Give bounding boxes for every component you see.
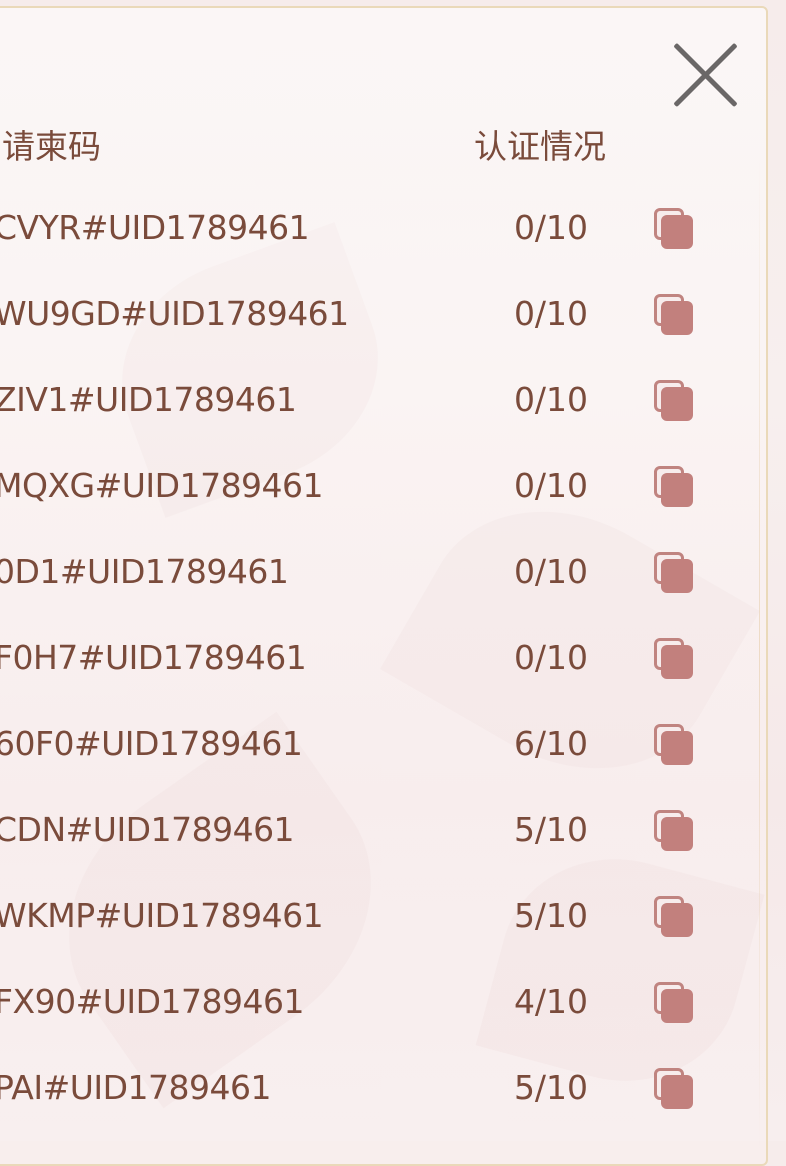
verification-count: 0/10 — [513, 294, 589, 333]
table-row: 60F0#UID1789461 6/10 — [0, 702, 786, 788]
copy-icon[interactable] — [652, 292, 698, 338]
copy-icon[interactable] — [652, 378, 698, 424]
invitation-code: F0H7#UID1789461 — [0, 638, 307, 677]
invitation-code: WU9GD#UID1789461 — [0, 294, 349, 333]
header-code-label: 请柬码 — [2, 127, 101, 166]
table-row: F0H7#UID1789461 0/10 — [0, 616, 786, 702]
verification-count: 5/10 — [513, 1068, 589, 1107]
copy-icon[interactable] — [652, 206, 698, 252]
invitation-code: MQXG#UID1789461 — [0, 466, 324, 505]
verification-count: 0/10 — [513, 380, 589, 419]
invitation-code-list: CVYR#UID1789461 0/10 WU9GD#UID1789461 0/… — [0, 186, 786, 1132]
table-row: WKMP#UID1789461 5/10 — [0, 874, 786, 960]
copy-icon[interactable] — [652, 464, 698, 510]
table-row: PAI#UID1789461 5/10 — [0, 1046, 786, 1132]
table-row: CDN#UID1789461 5/10 — [0, 788, 786, 874]
table-row: CVYR#UID1789461 0/10 — [0, 186, 786, 272]
verification-count: 4/10 — [513, 982, 589, 1021]
invitation-code: CDN#UID1789461 — [0, 810, 295, 849]
table-row: FX90#UID1789461 4/10 — [0, 960, 786, 1046]
verification-count: 0/10 — [513, 638, 589, 677]
table-header: 请柬码 认证情况 — [0, 112, 786, 166]
copy-icon[interactable] — [652, 722, 698, 768]
invitation-code: CVYR#UID1789461 — [0, 208, 310, 247]
verification-count: 0/10 — [513, 208, 589, 247]
header-status-label: 认证情况 — [474, 127, 606, 166]
invitation-code: PAI#UID1789461 — [0, 1068, 272, 1107]
table-row: ZIV1#UID1789461 0/10 — [0, 358, 786, 444]
close-icon[interactable] — [668, 38, 738, 108]
copy-icon[interactable] — [652, 636, 698, 682]
invitation-code: WKMP#UID1789461 — [0, 896, 324, 935]
copy-icon[interactable] — [652, 550, 698, 596]
verification-count: 6/10 — [513, 724, 589, 763]
copy-icon[interactable] — [652, 980, 698, 1026]
invitation-code: 0D1#UID1789461 — [0, 552, 289, 591]
invitation-code: 60F0#UID1789461 — [0, 724, 303, 763]
verification-count: 5/10 — [513, 896, 589, 935]
table-row: 0D1#UID1789461 0/10 — [0, 530, 786, 616]
verification-count: 0/10 — [513, 466, 589, 505]
table-row: MQXG#UID1789461 0/10 — [0, 444, 786, 530]
invitation-code: FX90#UID1789461 — [0, 982, 305, 1021]
copy-icon[interactable] — [652, 808, 698, 854]
verification-count: 5/10 — [513, 810, 589, 849]
table-row: WU9GD#UID1789461 0/10 — [0, 272, 786, 358]
invitation-code: ZIV1#UID1789461 — [0, 380, 297, 419]
verification-count: 0/10 — [513, 552, 589, 591]
copy-icon[interactable] — [652, 1066, 698, 1112]
copy-icon[interactable] — [652, 894, 698, 940]
